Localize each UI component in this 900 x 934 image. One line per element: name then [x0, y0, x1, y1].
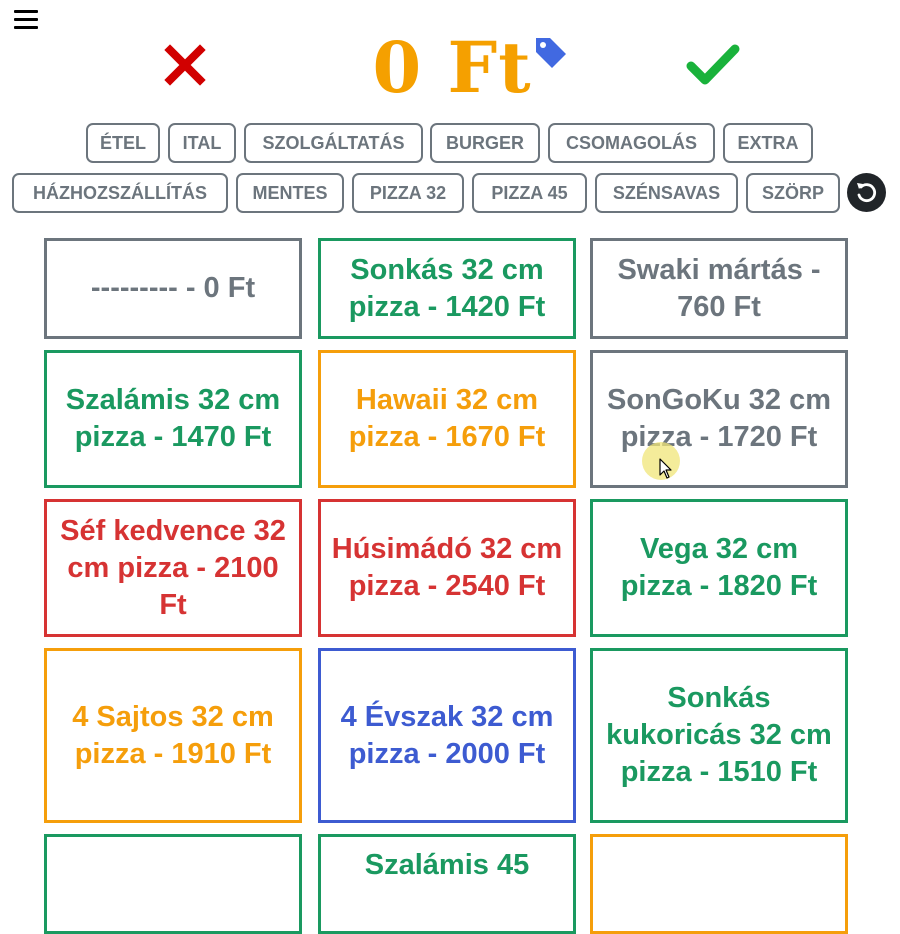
product-tile[interactable]: Sonkás 32 cm pizza - 1420 Ft — [318, 238, 576, 339]
product-tile[interactable]: Szalámis 45 — [318, 834, 576, 934]
category-ital[interactable]: ITAL — [168, 123, 236, 163]
product-tile[interactable]: SonGoKu 32 cm pizza - 1720 Ft — [590, 350, 848, 488]
product-tile[interactable]: --------- - 0 Ft — [44, 238, 302, 339]
x-icon — [164, 44, 206, 86]
category-pizza-45[interactable]: PIZZA 45 — [472, 173, 587, 213]
mouse-cursor-icon — [659, 458, 672, 479]
product-tile[interactable] — [44, 834, 302, 934]
product-tile[interactable]: Hawaii 32 cm pizza - 1670 Ft — [318, 350, 576, 488]
category-extra[interactable]: EXTRA — [723, 123, 813, 163]
order-header: 0 Ft — [0, 28, 900, 108]
category-row-2: HÁZHOZSZÁLLÍTÁS MENTES PIZZA 32 PIZZA 45… — [0, 173, 900, 213]
category-row-1: ÉTEL ITAL SZOLGÁLTATÁS BURGER CSOMAGOLÁS… — [0, 123, 900, 163]
product-tile[interactable]: Séf kedvence 32 cm pizza - 2100 Ft — [44, 499, 302, 637]
cancel-button[interactable] — [162, 42, 208, 88]
product-tile[interactable]: 4 Sajtos 32 cm pizza - 1910 Ft — [44, 648, 302, 823]
checkmark-icon — [686, 44, 740, 85]
product-tile[interactable]: Swaki mártás - 760 Ft — [590, 238, 848, 339]
product-tile[interactable]: Húsimádó 32 cm pizza - 2540 Ft — [318, 499, 576, 637]
undo-icon — [857, 183, 877, 203]
product-tile[interactable] — [590, 834, 848, 934]
product-tile[interactable]: Sonkás kukoricás 32 cm pizza - 1510 Ft — [590, 648, 848, 823]
category-pizza-32[interactable]: PIZZA 32 — [352, 173, 464, 213]
category-etel[interactable]: ÉTEL — [86, 123, 160, 163]
category-szensavas[interactable]: SZÉNSAVAS — [595, 173, 738, 213]
product-tile[interactable]: Vega 32 cm pizza - 1820 Ft — [590, 499, 848, 637]
category-szolgaltatas[interactable]: SZOLGÁLTATÁS — [244, 123, 423, 163]
product-tile[interactable]: 4 Évszak 32 cm pizza - 2000 Ft — [318, 648, 576, 823]
category-burger[interactable]: BURGER — [430, 123, 540, 163]
category-hazhozszallitas[interactable]: HÁZHOZSZÁLLÍTÁS — [12, 173, 228, 213]
category-mentes[interactable]: MENTES — [236, 173, 344, 213]
confirm-button[interactable] — [686, 42, 740, 88]
category-csomagolas[interactable]: CSOMAGOLÁS — [548, 123, 715, 163]
product-tile[interactable]: Szalámis 32 cm pizza - 1470 Ft — [44, 350, 302, 488]
category-szorp[interactable]: SZÖRP — [746, 173, 840, 213]
discount-button[interactable] — [532, 34, 568, 70]
reset-filter-button[interactable] — [847, 173, 886, 212]
order-total: 0 Ft — [372, 26, 532, 109]
hamburger-icon — [14, 10, 38, 29]
price-tag-icon — [536, 38, 566, 68]
